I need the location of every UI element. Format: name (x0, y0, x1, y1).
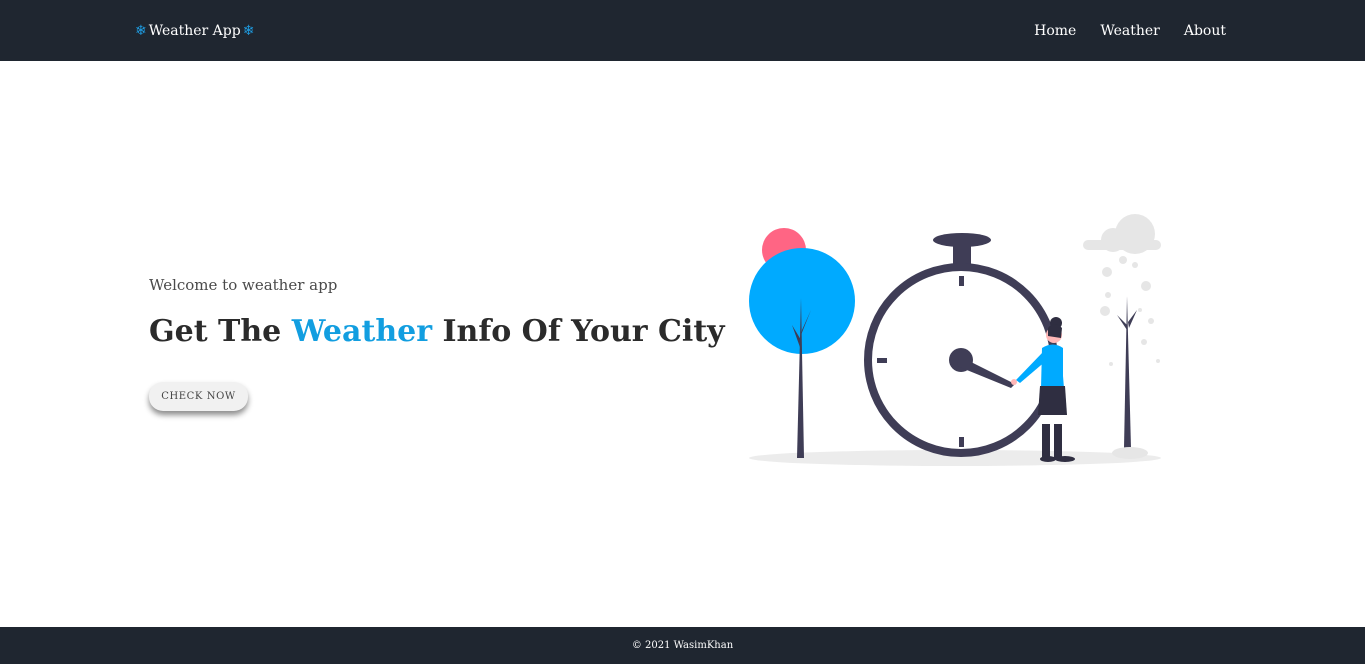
check-now-button[interactable]: CHECK NOW (149, 382, 248, 411)
copyright-text: © 2021 WasimKhan (631, 640, 734, 651)
hero-section: Welcome to weather app Get The Weather I… (149, 274, 725, 352)
hero-illustration (749, 214, 1161, 466)
snowflake-icon: ❄ (135, 23, 147, 39)
nav-weather-link[interactable]: Weather (1100, 23, 1160, 39)
snow-dots (1100, 256, 1160, 366)
blue-tree-crown (749, 248, 855, 354)
brand-label: Weather App (148, 23, 241, 39)
hero-headline: Get The Weather Info Of Your City (149, 312, 725, 352)
headline-start: Get The (149, 314, 292, 349)
welcome-text: Welcome to weather app (149, 276, 338, 294)
nav-links: Home Weather About (1034, 20, 1226, 42)
headline-end: Info Of Your City (432, 314, 725, 349)
brand-link[interactable]: ❄ Weather App ❄ (135, 20, 254, 42)
nav-about-link[interactable]: About (1184, 23, 1226, 39)
headline-accent: Weather (291, 314, 433, 349)
snowflake-icon: ❄ (242, 23, 255, 39)
navbar: ❄ Weather App ❄ Home Weather About (0, 0, 1365, 61)
tick-6 (959, 437, 964, 447)
nav-home-link[interactable]: Home (1034, 23, 1076, 39)
right-tree-trunk (1124, 296, 1131, 448)
tick-12 (959, 276, 964, 286)
cloud-shape (1083, 214, 1161, 254)
footer: © 2021 WasimKhan (0, 627, 1365, 664)
snow-mound (1112, 447, 1148, 459)
tick-9 (877, 358, 887, 363)
